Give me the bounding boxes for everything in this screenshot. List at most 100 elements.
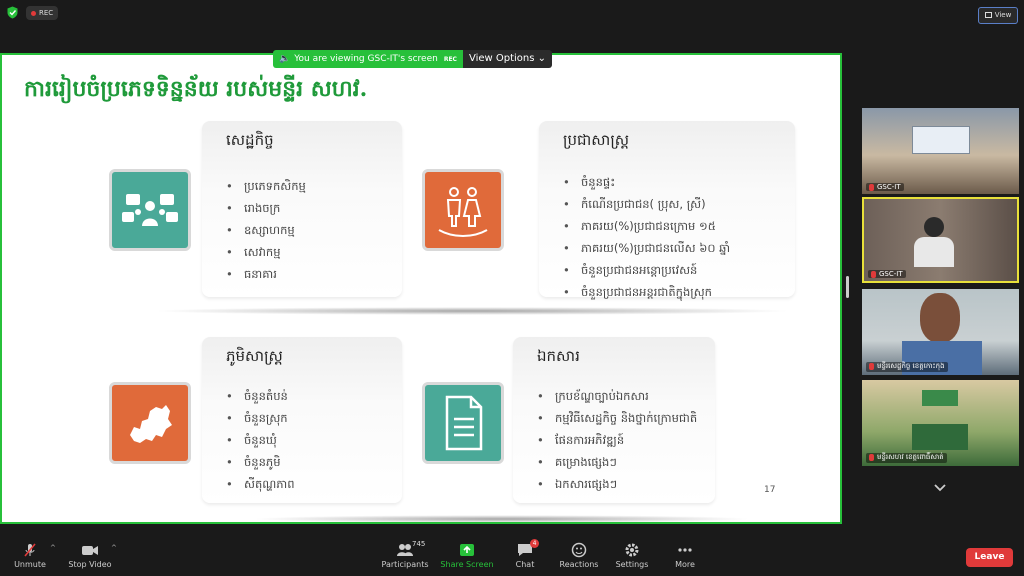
- participant-name: មន្ទីរសហវ ខេត្តពោធិ៍សាត់: [866, 453, 947, 463]
- venue-screen: [912, 126, 970, 154]
- participant-name: មន្ទីរសេដ្ឋកិច្ច ខេត្តកោះកុង: [866, 362, 948, 372]
- documents-icon-box: [422, 382, 504, 464]
- list-item: សេវាកម្ម: [226, 241, 306, 263]
- demography-icon-box: [422, 169, 504, 251]
- unmute-label: Unmute: [14, 560, 46, 569]
- video-options-caret[interactable]: ^: [111, 544, 117, 552]
- view-options-label: View Options: [468, 53, 535, 64]
- list-item: កំណើនប្រជាជន( ប្រុស, ស្រី): [563, 193, 730, 215]
- panel-resize-handle[interactable]: [846, 276, 849, 298]
- leave-button[interactable]: Leave: [966, 548, 1013, 567]
- view-label: View: [994, 11, 1012, 19]
- smiley-icon: [571, 542, 587, 558]
- economy-people-icon: [122, 194, 178, 226]
- documents-title: ឯកសារ: [537, 347, 580, 365]
- more-button[interactable]: More: [650, 542, 720, 569]
- more-dots-icon: [678, 548, 692, 552]
- list-item: ចំនួនភូមិ: [226, 451, 295, 473]
- settings-label: Settings: [615, 560, 649, 569]
- divider-shadow: [152, 307, 792, 315]
- geography-icon-box: [109, 382, 191, 464]
- list-item: ចំនួនប្រជាជនអន្តរជាតិក្នុងស្រុក: [563, 281, 730, 303]
- demography-card: ប្រជាសាស្ត្រ ចំនួនផ្ទះ កំណើនប្រជាជន( ប្រ…: [539, 121, 795, 299]
- list-item: កម្មវិធីសេដ្ឋកិច្ច និងថ្នាក់ក្រោមជាតិ: [537, 407, 697, 429]
- muted-mic-icon: [869, 453, 874, 461]
- record-dot-icon: [31, 10, 36, 16]
- share-screen-icon: [460, 544, 474, 556]
- screen-share-banner: 🔈 You are viewing GSC-IT's screen REC View…: [273, 50, 553, 68]
- meeting-table: [912, 424, 968, 450]
- list-item: ភាគរយ(%)ប្រជាជនលើស ៦០ ឆ្នាំ: [563, 237, 730, 259]
- security-shield-icon[interactable]: [6, 6, 19, 19]
- list-item: គម្រោងផ្សេងៗ: [537, 451, 697, 473]
- video-camera-icon: [82, 546, 98, 555]
- rec-label: REC: [39, 9, 54, 17]
- video-tile[interactable]: មន្ទីរសេដ្ឋកិច្ច ខេត្តកោះកុង: [862, 289, 1019, 375]
- view-button[interactable]: View: [978, 7, 1018, 24]
- list-item: ចំនួនផ្ទះ: [563, 171, 730, 193]
- participant-name: GSC-IT: [868, 270, 906, 278]
- room-banner: [922, 390, 958, 406]
- economy-title: សេដ្ឋកិច្ច: [226, 131, 274, 149]
- stop-video-label: Stop Video: [68, 560, 112, 569]
- map-europe-icon: [130, 405, 172, 443]
- demography-title: ប្រជាសាស្ត្រ: [563, 131, 630, 149]
- list-item: ធនាគារ: [226, 263, 306, 285]
- participants-count: 745: [412, 540, 426, 548]
- people-icon: [438, 187, 488, 237]
- list-item: ចំនួនតំបន់: [226, 385, 295, 407]
- chat-label: Chat: [515, 560, 535, 569]
- top-bar: REC View: [0, 0, 1024, 26]
- video-tile[interactable]: GSC-IT: [862, 108, 1019, 194]
- muted-mic-icon: [869, 362, 874, 370]
- slide-page-number: 17: [764, 485, 776, 495]
- recording-indicator[interactable]: REC: [26, 6, 59, 20]
- video-tile[interactable]: មន្ទីរសហវ ខេត្តពោធិ៍សាត់: [862, 380, 1019, 466]
- demography-list: ចំនួនផ្ទះ កំណើនប្រជាជន( ប្រុស, ស្រី) ភាគ…: [563, 171, 730, 303]
- chevron-down-icon: ⌄: [537, 53, 547, 64]
- muted-mic-icon: [871, 270, 876, 278]
- bottom-shadow: [252, 515, 752, 522]
- video-tile-active-speaker[interactable]: GSC-IT: [862, 197, 1019, 283]
- zoom-meeting-window: REC View 🔈 You are viewing GSC-IT's scree…: [0, 0, 1024, 576]
- list-item: រោងចក្រ: [226, 197, 306, 219]
- speaker-icon: 🔈: [279, 54, 291, 64]
- chevron-down-icon[interactable]: [932, 482, 948, 494]
- microphone-muted-icon: [24, 543, 36, 557]
- person-head: [924, 217, 944, 237]
- list-item: ចំនួនស្រុក: [226, 407, 295, 429]
- meeting-toolbar: Unmute ^ Stop Video ^ 745 Participants S…: [0, 538, 1024, 576]
- viewing-screen-notice: 🔈 You are viewing GSC-IT's screen REC: [273, 50, 463, 68]
- participants-button[interactable]: 745 Participants: [370, 540, 440, 569]
- slide-title: ការរៀបចំប្រភេទទិន្នន័យ របស់មន្ទីរ សហវ.: [24, 76, 368, 102]
- list-item: ឧស្សាហកម្ម: [226, 219, 306, 241]
- economy-card: សេដ្ឋកិច្ច ប្រភេទកសិកម្ម រោងចក្រ ឧស្សាហក…: [202, 121, 402, 297]
- share-screen-label: Share Screen: [440, 560, 494, 569]
- participants-label: Participants: [381, 560, 429, 569]
- view-options-button[interactable]: View Options ⌄: [462, 50, 553, 68]
- muted-mic-icon: [869, 183, 874, 191]
- economy-list: ប្រភេទកសិកម្ម រោងចក្រ ឧស្សាហកម្ម សេវាកម្…: [226, 175, 306, 285]
- reactions-label: Reactions: [559, 560, 599, 569]
- documents-list: ក្របខ័ណ្ឌច្បាប់ឯកសារ កម្មវិធីសេដ្ឋកិច្ច …: [537, 385, 697, 495]
- participant-name-label: មន្ទីរសហវ ខេត្តពោធិ៍សាត់: [877, 453, 944, 461]
- chat-unread-badge: 4: [530, 539, 539, 548]
- person-body: [914, 237, 954, 267]
- list-item: ចំនួនឃុំ: [226, 429, 295, 451]
- documents-card: ឯកសារ ក្របខ័ណ្ឌច្បាប់ឯកសារ កម្មវិធីសេដ្ឋ…: [513, 337, 715, 503]
- share-rec-label: REC: [443, 56, 457, 63]
- list-item: ផែនការអភិវឌ្ឍន៍: [537, 429, 697, 451]
- list-item: ប្រភេទកសិកម្ម: [226, 175, 306, 197]
- list-item: ចំនួនប្រជាជនអន្តោប្រវេសន៍: [563, 259, 730, 281]
- viewing-text: You are viewing GSC-IT's screen: [294, 54, 438, 64]
- grid-view-icon: [984, 12, 992, 18]
- person-face: [920, 293, 960, 343]
- geography-list: ចំនួនតំបន់ ចំនួនស្រុក ចំនួនឃុំ ចំនួនភូមិ…: [226, 385, 295, 495]
- list-item: ភាគរយ(%)ប្រជាជនក្រោម ១៥: [563, 215, 730, 237]
- list-item: សីតុណ្ហភាព: [226, 473, 295, 495]
- geography-title: ភូមិសាស្ត្រ: [226, 347, 283, 365]
- geography-card: ភូមិសាស្ត្រ ចំនួនតំបន់ ចំនួនស្រុក ចំនួនឃ…: [202, 337, 402, 503]
- participant-name-label: GSC-IT: [877, 183, 901, 191]
- participant-name-label: GSC-IT: [879, 270, 903, 278]
- participant-name-label: មន្ទីរសេដ្ឋកិច្ច ខេត្តកោះកុង: [877, 362, 945, 370]
